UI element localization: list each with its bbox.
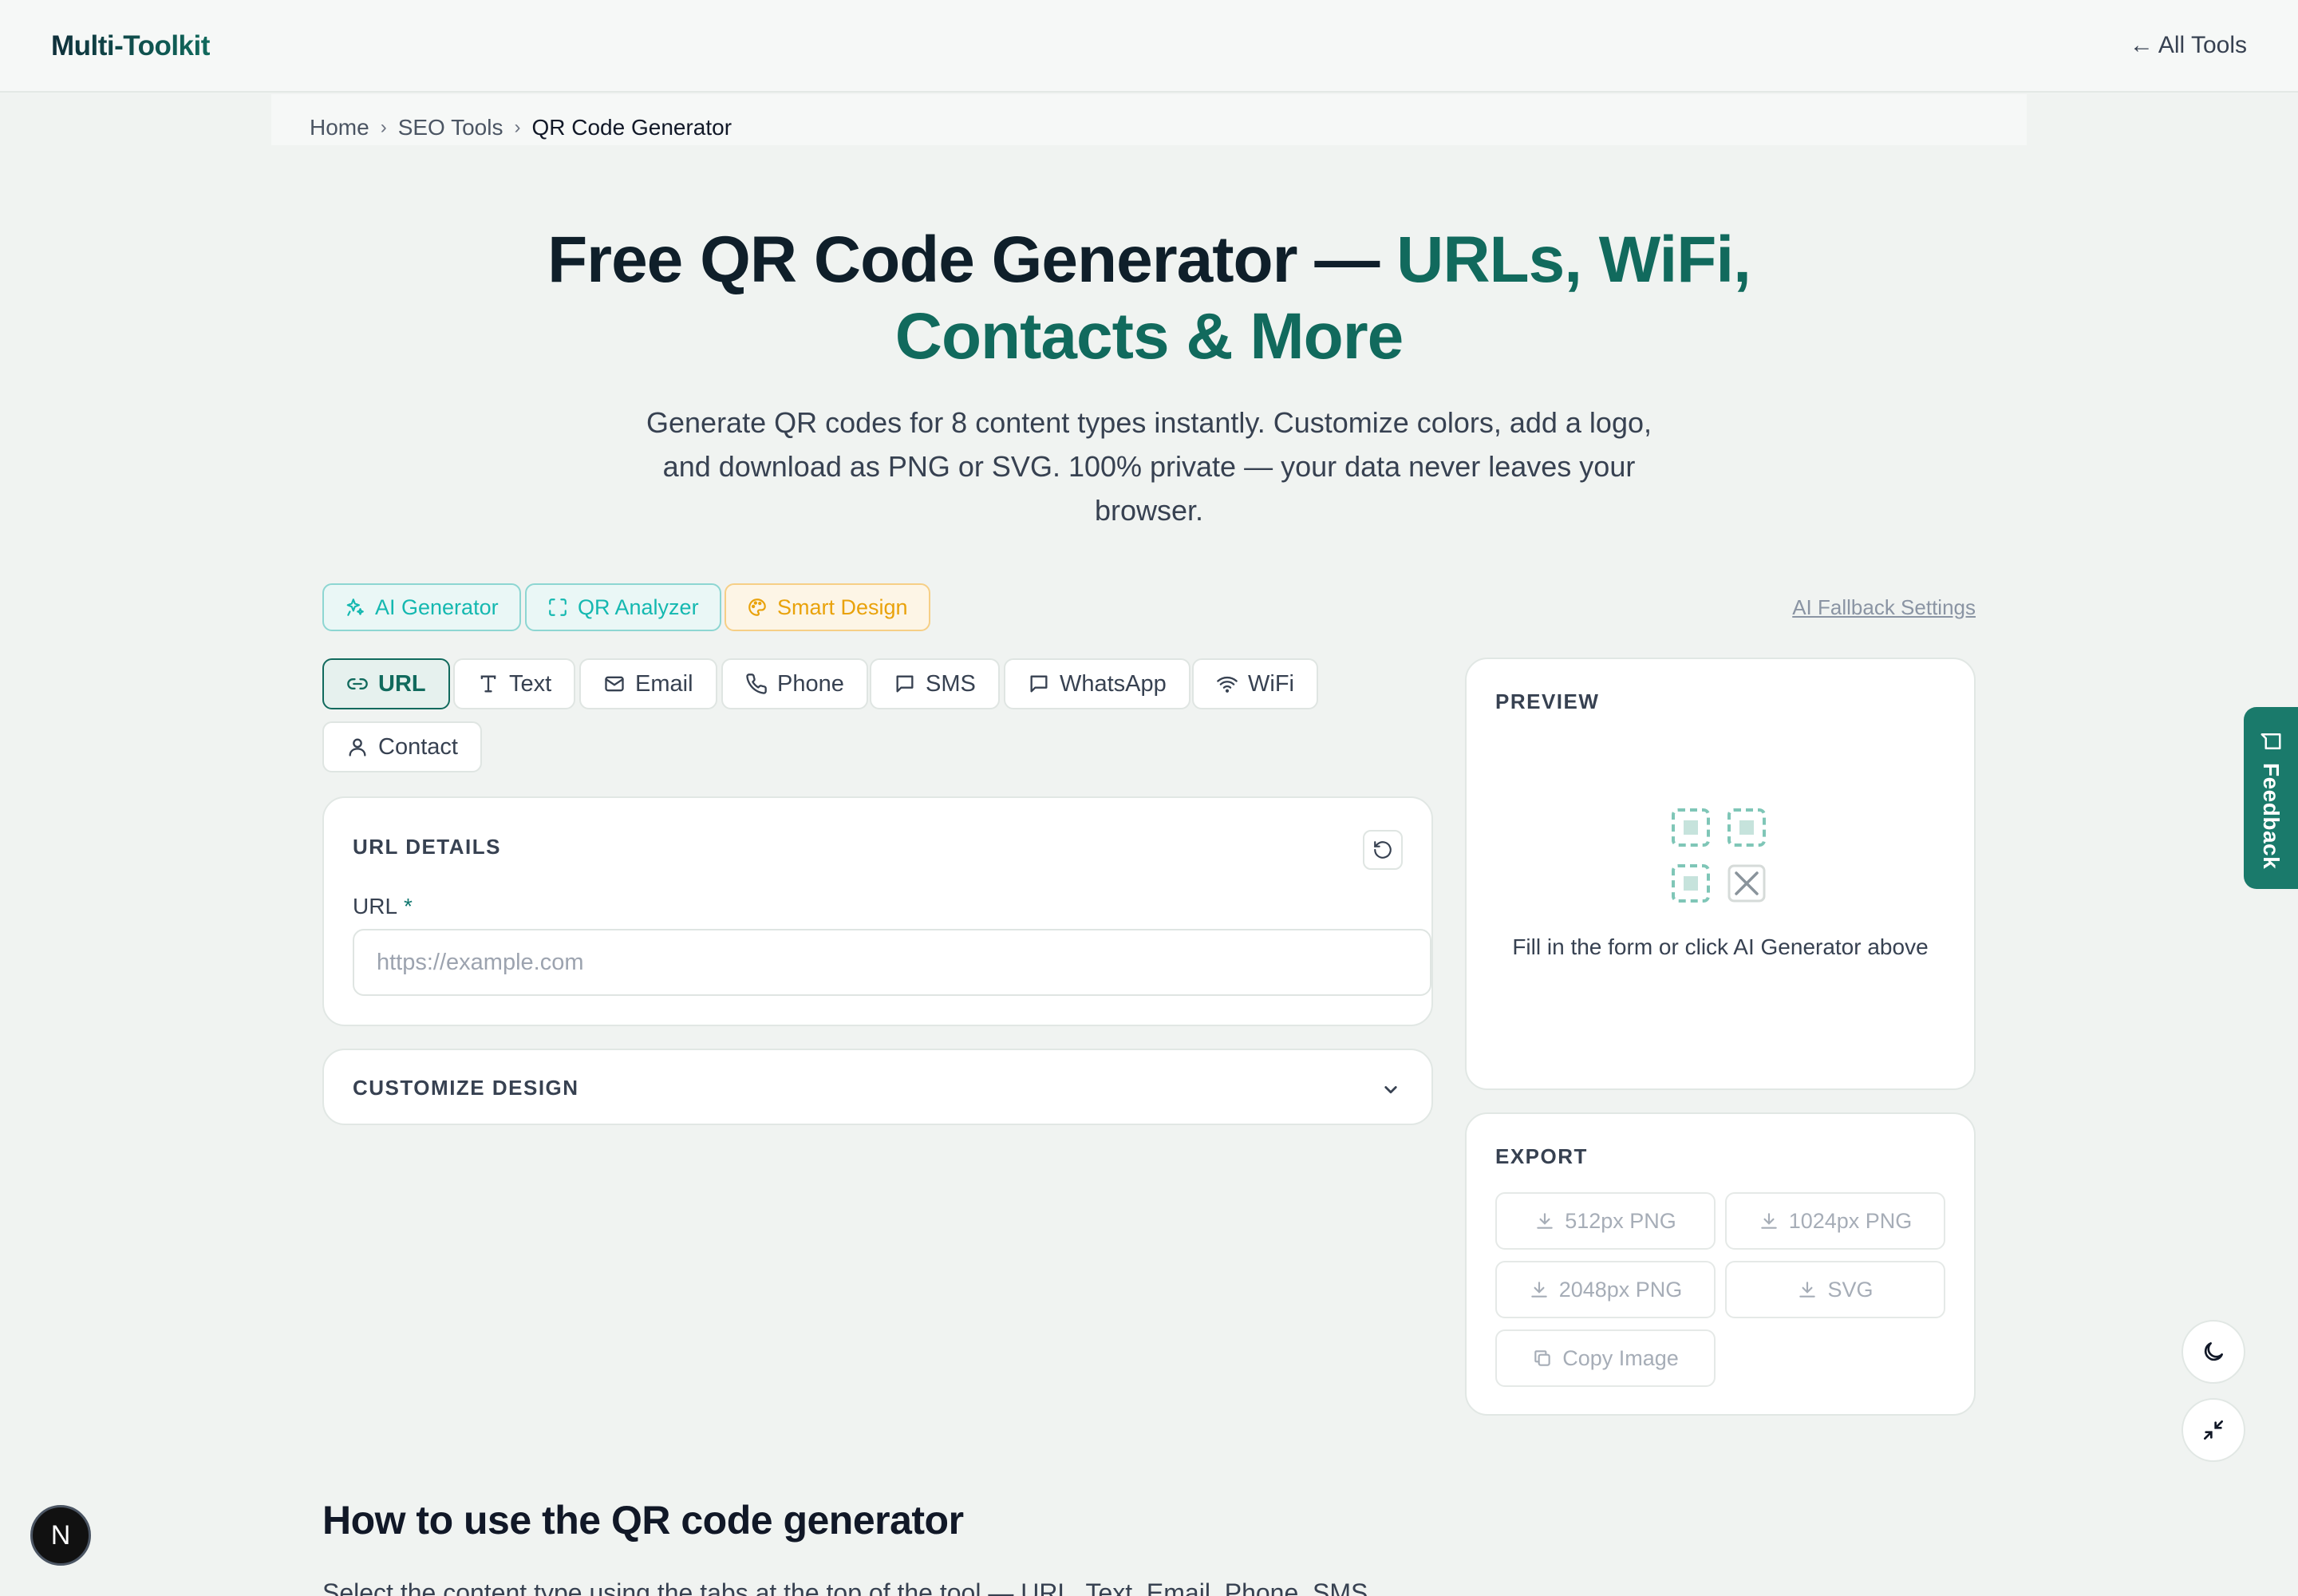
tab-whatsapp-label: WhatsApp (1060, 670, 1167, 697)
how-to-heading: How to use the QR code generator (322, 1498, 964, 1543)
top-navigation-bar: Multi-Toolkit ← All Tools (0, 0, 2298, 93)
breadcrumb-seo-tools[interactable]: SEO Tools (398, 115, 503, 140)
brand-logo[interactable]: Multi-Toolkit (51, 30, 210, 62)
title-line-2: Contacts & More (894, 300, 1404, 373)
download-2048-png-button[interactable]: 2048px PNG (1495, 1261, 1716, 1318)
sparkles-icon (346, 598, 364, 616)
user-icon (349, 738, 366, 757)
preview-card: PREVIEW Fill in the form or click AI Gen… (1465, 658, 1976, 1090)
breadcrumb-current: QR Code Generator (531, 115, 732, 140)
tab-wifi-label: WiFi (1248, 670, 1294, 697)
collapse-button[interactable] (2182, 1398, 2245, 1462)
tab-sms[interactable]: SMS (870, 658, 1000, 709)
tab-contact-label: Contact (378, 733, 458, 760)
tab-phone[interactable]: Phone (721, 658, 868, 709)
tab-email-label: Email (635, 670, 693, 697)
rotate-ccw-icon (1374, 841, 1392, 859)
png-512-label: 512px PNG (1565, 1208, 1676, 1233)
tab-text[interactable]: Text (453, 658, 576, 709)
tab-url[interactable]: URL (322, 658, 450, 709)
message-square-icon (2260, 733, 2281, 749)
tab-whatsapp[interactable]: WhatsApp (1004, 658, 1190, 709)
preview-placeholder-text: Fill in the form or click AI Generator a… (1512, 934, 1929, 959)
how-to-text: Select the content type using the tabs a… (322, 1578, 1376, 1596)
tab-phone-label: Phone (777, 670, 844, 697)
url-input[interactable] (353, 929, 1431, 996)
page-subtitle: Generate QR codes for 8 content types in… (646, 406, 1652, 527)
all-tools-label: All Tools (2158, 32, 2247, 58)
smart-design-button[interactable]: Smart Design (725, 583, 930, 631)
download-icon (1530, 1282, 1547, 1298)
export-title: EXPORT (1495, 1144, 1588, 1168)
message-icon (896, 675, 914, 693)
url-field-label: URL * (353, 894, 413, 919)
download-1024-png-button[interactable]: 1024px PNG (1725, 1192, 1945, 1250)
qr-analyzer-button[interactable]: QR Analyzer (525, 583, 721, 631)
text-icon (480, 675, 496, 693)
title-accent: URLs, WiFi, (1396, 223, 1751, 296)
minimize-icon (2204, 1420, 2223, 1440)
url-label-text: URL (353, 894, 398, 918)
palette-icon (748, 598, 766, 616)
qr-analyzer-label: QR Analyzer (578, 595, 699, 619)
download-512-png-button[interactable]: 512px PNG (1495, 1192, 1716, 1250)
tab-url-label: URL (378, 670, 426, 697)
scan-icon (549, 598, 567, 616)
breadcrumb-separator: › (514, 117, 521, 138)
qr-placeholder-icon (1672, 808, 1766, 903)
download-icon (1799, 1282, 1816, 1298)
ai-generator-label: AI Generator (375, 595, 499, 619)
ai-generator-button[interactable]: AI Generator (322, 583, 521, 631)
tab-email[interactable]: Email (579, 658, 717, 709)
mail-icon (605, 676, 624, 692)
ai-fallback-settings-link[interactable]: AI Fallback Settings (1792, 595, 1976, 620)
reset-button[interactable] (1363, 830, 1403, 870)
smart-design-label: Smart Design (777, 595, 908, 619)
download-icon (1760, 1213, 1777, 1229)
preview-title: PREVIEW (1495, 689, 1600, 713)
chevron-down-icon (1384, 1086, 1397, 1094)
customize-design-card[interactable]: CUSTOMIZE DESIGN (322, 1049, 1433, 1125)
link-icon (347, 678, 368, 689)
url-details-card: URL DETAILS URL * (322, 796, 1433, 1026)
copy-icon (1534, 1350, 1550, 1366)
breadcrumb-bar: Home › SEO Tools › QR Code Generator (271, 94, 2027, 145)
phone-icon (746, 674, 767, 694)
tab-contact[interactable]: Contact (322, 721, 482, 772)
nextjs-dev-badge[interactable]: N (30, 1505, 91, 1566)
download-svg-button[interactable]: SVG (1725, 1261, 1945, 1318)
png-2048-label: 2048px PNG (1558, 1277, 1683, 1302)
url-details-title: URL DETAILS (353, 835, 501, 859)
chat-icon (1030, 675, 1048, 693)
download-icon (1537, 1213, 1553, 1229)
tab-text-label: Text (509, 670, 552, 697)
tab-wifi[interactable]: WiFi (1192, 658, 1318, 709)
arrow-left-icon: ← (2129, 32, 2154, 58)
customize-design-title: CUSTOMIZE DESIGN (353, 1076, 579, 1100)
feedback-tab[interactable]: Feedback (2244, 707, 2298, 889)
page: Multi-Toolkit ← All Tools Home › SEO Too… (0, 0, 2298, 1596)
breadcrumb-separator: › (380, 117, 387, 138)
all-tools-link[interactable]: ← All Tools (2130, 32, 2247, 59)
copy-image-button[interactable]: Copy Image (1495, 1329, 1716, 1387)
breadcrumb: Home › SEO Tools › QR Code Generator (310, 115, 732, 140)
png-1024-label: 1024px PNG (1788, 1208, 1913, 1233)
theme-toggle-button[interactable] (2182, 1320, 2245, 1384)
title-part-1: Free QR Code Generator — (547, 223, 1397, 296)
wifi-icon (1217, 676, 1238, 693)
moon-icon (2204, 1342, 2223, 1361)
export-card: EXPORT 512px PNG 1024px PNG 2048px PNG S… (1465, 1112, 1976, 1416)
feedback-label: Feedback (2259, 763, 2284, 870)
required-mark: * (404, 894, 413, 918)
tab-sms-label: SMS (926, 670, 976, 697)
page-title: Free QR Code Generator — URLs, WiFi, Con… (351, 222, 1947, 375)
breadcrumb-home[interactable]: Home (310, 115, 369, 140)
svg-label: SVG (1827, 1277, 1874, 1302)
copy-image-label: Copy Image (1562, 1345, 1679, 1370)
